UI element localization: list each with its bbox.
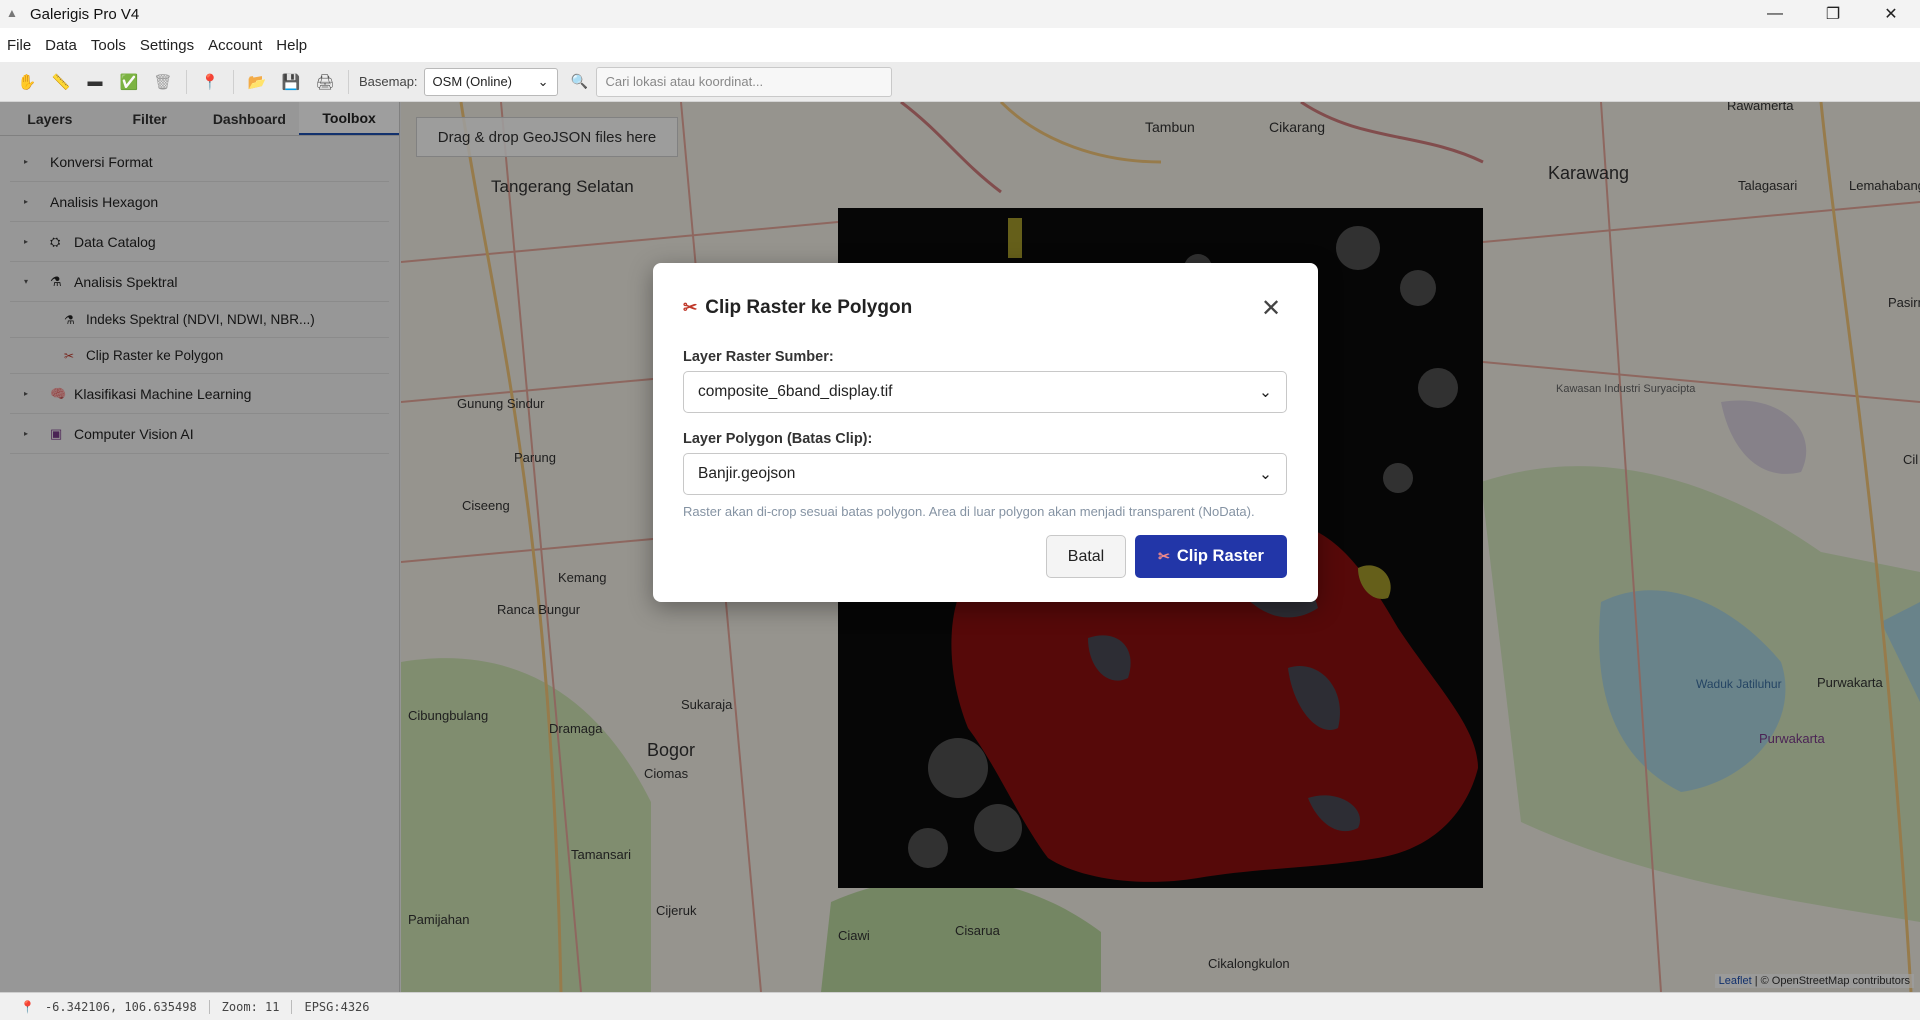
status-divider — [291, 999, 293, 1014]
pan-hand-icon[interactable]: ✋ — [15, 70, 39, 94]
status-coords: -6.342106, 106.635498 — [44, 999, 197, 1014]
app-icon: ▲ — [6, 6, 18, 20]
raster-source-select[interactable]: composite_6band_display.tif ⌄ — [683, 371, 1287, 413]
toolbar-divider — [186, 69, 187, 94]
toolbar-divider — [233, 69, 234, 94]
chevron-down-icon: ⌄ — [1259, 465, 1272, 483]
maximize-button[interactable]: ❐ — [1804, 0, 1862, 28]
close-window-button[interactable]: ✕ — [1862, 0, 1920, 28]
save-disk-icon[interactable]: 💾 — [279, 70, 303, 94]
draw-rectangle-icon[interactable]: ▬ — [83, 70, 107, 94]
menu-settings[interactable]: Settings — [133, 37, 201, 54]
search-icon[interactable]: 🔍 — [568, 70, 592, 94]
basemap-label: Basemap: — [359, 74, 418, 89]
scissors-icon: ✂ — [1158, 548, 1170, 564]
location-pin-icon: 📍 — [20, 999, 35, 1014]
dialog-hint: Raster akan di-crop sesuai batas polygon… — [683, 504, 1255, 519]
chevron-down-icon: ⌄ — [1259, 383, 1272, 401]
open-folder-icon[interactable]: 📂 — [245, 70, 269, 94]
raster-source-value: composite_6band_display.tif — [698, 383, 893, 400]
close-icon[interactable]: ✕ — [1258, 295, 1284, 322]
clip-raster-button[interactable]: ✂ Clip Raster — [1135, 535, 1287, 578]
raster-source-label: Layer Raster Sumber: — [683, 349, 834, 365]
toolbar: ✋ 📏 ▬ ✅ 🗑 📍 📂 💾 🖨 Basemap: OSM (Online) … — [0, 62, 1920, 102]
check-icon[interactable]: ✅ — [117, 70, 141, 94]
cancel-button[interactable]: Batal — [1046, 535, 1126, 578]
menu-account[interactable]: Account — [201, 37, 269, 54]
basemap-select[interactable]: OSM (Online) ⌄ — [423, 67, 558, 96]
polygon-layer-value: Banjir.geojson — [698, 465, 796, 482]
status-divider — [208, 999, 210, 1014]
measure-ruler-icon[interactable]: 📏 — [49, 70, 73, 94]
scissors-icon: ✂ — [683, 298, 698, 317]
menu-tools[interactable]: Tools — [84, 37, 133, 54]
dialog-title: ✂ Clip Raster ke Polygon — [683, 297, 912, 319]
window-title: Galerigis Pro V4 — [30, 5, 140, 23]
status-epsg: EPSG:4326 — [304, 999, 370, 1014]
menu-data[interactable]: Data — [38, 37, 84, 54]
marker-pin-icon[interactable]: 📍 — [198, 70, 222, 94]
status-bar: 📍 -6.342106, 106.635498 Zoom: 11 EPSG:43… — [0, 992, 1920, 1020]
polygon-layer-label: Layer Polygon (Batas Clip): — [683, 431, 873, 447]
basemap-value: OSM (Online) — [432, 74, 513, 89]
minimize-button[interactable]: — — [1746, 0, 1804, 28]
menu-help[interactable]: Help — [269, 37, 314, 54]
search-input[interactable]: Cari lokasi atau koordinat... — [595, 66, 892, 97]
toolbar-divider — [348, 69, 349, 94]
delete-trash-icon[interactable]: 🗑 — [151, 70, 175, 94]
menu-file[interactable]: File — [0, 37, 38, 54]
title-bar: ▲ Galerigis Pro V4 — ❐ ✕ — [0, 0, 1920, 28]
print-icon[interactable]: 🖨 — [313, 70, 337, 94]
chevron-down-icon: ⌄ — [537, 73, 549, 89]
polygon-layer-select[interactable]: Banjir.geojson ⌄ — [683, 453, 1287, 495]
dialog-title-text: Clip Raster ke Polygon — [705, 297, 913, 318]
clip-raster-dialog: ✂ Clip Raster ke Polygon ✕ Layer Raster … — [653, 263, 1318, 602]
menu-bar: File Data Tools Settings Account Help — [0, 28, 1920, 62]
window-controls: — ❐ ✕ — [1746, 0, 1920, 28]
clip-raster-button-label: Clip Raster — [1176, 547, 1264, 565]
status-zoom: Zoom: 11 — [221, 999, 280, 1014]
